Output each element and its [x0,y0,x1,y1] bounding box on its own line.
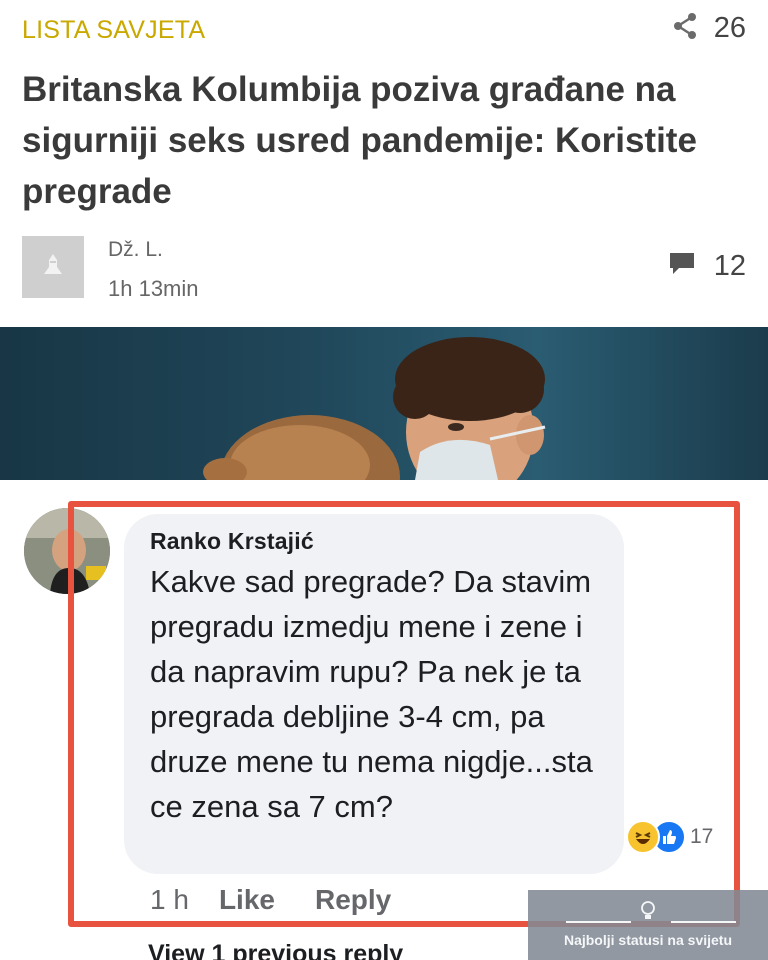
haha-reaction-icon [626,820,660,854]
watermark: Najbolji statusi na svijetu [528,890,768,960]
article-headline[interactable]: Britanska Kolumbija poziva građane na si… [22,64,752,217]
publish-time: 1h 13min [108,276,199,301]
article-hero-image[interactable] [0,327,768,480]
comment-icon [668,251,696,282]
view-previous-replies-link[interactable]: View 1 previous reply [148,940,403,960]
comments-count: 12 [713,250,746,282]
share-button[interactable]: 26 [672,12,746,45]
share-count: 26 [713,12,746,44]
author-name[interactable]: Dž. L. [108,238,163,262]
author-avatar [22,236,84,298]
share-icon [672,12,698,45]
user-placeholder-icon [40,252,66,283]
highlight-frame [68,501,740,927]
lightbulb-icon [639,900,657,927]
comments-button[interactable]: 12 [668,250,746,283]
watermark-text: Najbolji statusi na svijetu [563,932,733,948]
article-category[interactable]: LISTA SAVJETA [22,16,205,45]
